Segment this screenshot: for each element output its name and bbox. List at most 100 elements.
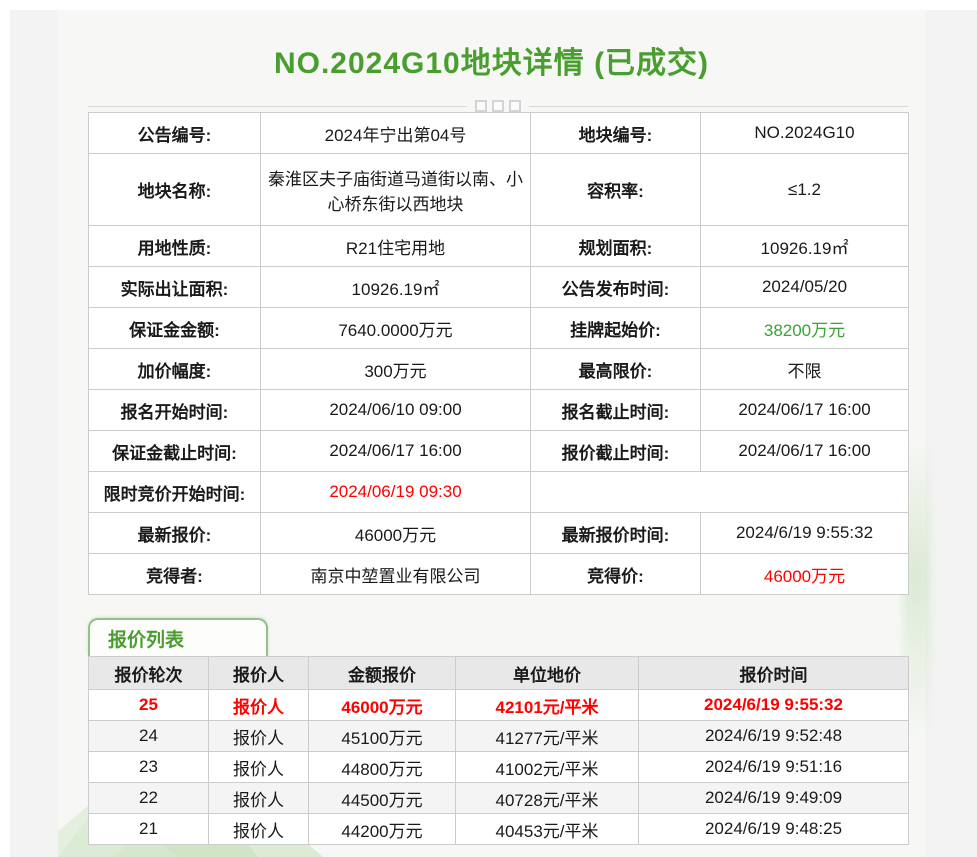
bid-time: 2024/6/19 9:55:32 bbox=[638, 689, 909, 721]
bid-bidder: 报价人 bbox=[208, 689, 309, 721]
bid-row-latest: 25 报价人 46000万元 42101元/平米 2024/6/19 9:55:… bbox=[88, 689, 909, 721]
detail-value: 300万元 bbox=[260, 348, 531, 390]
bid-amount: 45100万元 bbox=[308, 720, 456, 752]
detail-value: 2024/06/10 09:00 bbox=[260, 389, 531, 431]
bid-round: 23 bbox=[88, 751, 209, 783]
detail-label: 加价幅度: bbox=[88, 348, 261, 390]
detail-value: 7640.0000万元 bbox=[260, 307, 531, 349]
detail-label: 报名开始时间: bbox=[88, 389, 261, 431]
bid-col-header: 单位地价 bbox=[455, 656, 639, 690]
divider-squares bbox=[467, 100, 529, 112]
bid-amount: 44800万元 bbox=[308, 751, 456, 783]
detail-value: 2024/06/17 16:00 bbox=[700, 430, 909, 472]
detail-label: 挂牌起始价: bbox=[530, 307, 701, 349]
detail-value: 10926.19㎡ bbox=[700, 225, 909, 267]
detail-label: 报价截止时间: bbox=[530, 430, 701, 472]
bid-list-table: 报价轮次 报价人 金额报价 单位地价 报价时间 25 报价人 46000万元 4… bbox=[88, 656, 909, 845]
empty-cell bbox=[530, 471, 909, 513]
detail-label: 公告发布时间: bbox=[530, 266, 701, 308]
detail-value-auction-start: 2024/06/19 09:30 bbox=[260, 471, 531, 513]
detail-label: 地块名称: bbox=[88, 153, 261, 226]
square-icon bbox=[492, 100, 504, 112]
detail-label: 实际出让面积: bbox=[88, 266, 261, 308]
detail-label: 规划面积: bbox=[530, 225, 701, 267]
bid-amount: 44200万元 bbox=[308, 813, 456, 845]
bid-col-header: 报价时间 bbox=[638, 656, 909, 690]
detail-value: 不限 bbox=[700, 348, 909, 390]
detail-label: 最高限价: bbox=[530, 348, 701, 390]
detail-label: 报名截止时间: bbox=[530, 389, 701, 431]
bid-time: 2024/6/19 9:51:16 bbox=[638, 751, 909, 783]
tab-bid-list[interactable]: 报价列表 bbox=[88, 618, 268, 656]
detail-label: 竞得者: bbox=[88, 553, 261, 595]
bid-bidder: 报价人 bbox=[208, 720, 309, 752]
bid-unit-price: 41002元/平米 bbox=[455, 751, 639, 783]
table-row: 地块名称: 秦淮区夫子庙街道马道街以南、小心桥东街以西地块 容积率: ≤1.2 bbox=[88, 153, 909, 226]
bid-time: 2024/6/19 9:49:09 bbox=[638, 782, 909, 814]
bid-unit-price: 41277元/平米 bbox=[455, 720, 639, 752]
bid-row: 22 报价人 44500万元 40728元/平米 2024/6/19 9:49:… bbox=[88, 782, 909, 814]
bid-round: 25 bbox=[88, 689, 209, 721]
divider-line bbox=[88, 105, 467, 107]
bid-time: 2024/6/19 9:48:25 bbox=[638, 813, 909, 845]
bid-round: 21 bbox=[88, 813, 209, 845]
detail-label: 保证金截止时间: bbox=[88, 430, 261, 472]
detail-value: 10926.19㎡ bbox=[260, 266, 531, 308]
square-icon bbox=[475, 100, 487, 112]
detail-value-winning-price: 46000万元 bbox=[700, 553, 909, 595]
detail-label: 用地性质: bbox=[88, 225, 261, 267]
table-row: 保证金金额: 7640.0000万元 挂牌起始价: 38200万元 bbox=[88, 307, 909, 349]
detail-value: 2024/05/20 bbox=[700, 266, 909, 308]
detail-value: 2024/06/17 16:00 bbox=[260, 430, 531, 472]
bid-unit-price: 40728元/平米 bbox=[455, 782, 639, 814]
bid-row: 23 报价人 44800万元 41002元/平米 2024/6/19 9:51:… bbox=[88, 751, 909, 783]
table-row: 公告编号: 2024年宁出第04号 地块编号: NO.2024G10 bbox=[88, 112, 909, 154]
bid-round: 24 bbox=[88, 720, 209, 752]
bid-amount: 46000万元 bbox=[308, 689, 456, 721]
bid-row: 21 报价人 44200万元 40453元/平米 2024/6/19 9:48:… bbox=[88, 813, 909, 845]
detail-value: 2024年宁出第04号 bbox=[260, 112, 531, 154]
bid-col-header: 金额报价 bbox=[308, 656, 456, 690]
bid-time: 2024/6/19 9:52:48 bbox=[638, 720, 909, 752]
detail-label: 保证金金额: bbox=[88, 307, 261, 349]
detail-label: 容积率: bbox=[530, 153, 701, 226]
square-icon bbox=[509, 100, 521, 112]
bid-amount: 44500万元 bbox=[308, 782, 456, 814]
detail-label: 限时竞价开始时间: bbox=[88, 471, 261, 513]
table-row: 实际出让面积: 10926.19㎡ 公告发布时间: 2024/05/20 bbox=[88, 266, 909, 308]
content-panel: NO.2024G10地块详情 (已成交) 公告编号: 2024年宁出第04号 地… bbox=[58, 10, 929, 857]
detail-label: 竞得价: bbox=[530, 553, 701, 595]
bid-unit-price: 42101元/平米 bbox=[455, 689, 639, 721]
detail-value-start-price: 38200万元 bbox=[700, 307, 909, 349]
bid-bidder: 报价人 bbox=[208, 751, 309, 783]
detail-label: 最新报价: bbox=[88, 512, 261, 554]
table-row: 最新报价: 46000万元 最新报价时间: 2024/6/19 9:55:32 bbox=[88, 512, 909, 554]
bid-table-header-row: 报价轮次 报价人 金额报价 单位地价 报价时间 bbox=[88, 656, 909, 690]
bid-col-header: 报价人 bbox=[208, 656, 309, 690]
table-row: 加价幅度: 300万元 最高限价: 不限 bbox=[88, 348, 909, 390]
page-title: NO.2024G10地块详情 (已成交) bbox=[273, 47, 710, 80]
bid-bidder: 报价人 bbox=[208, 813, 309, 845]
table-row: 限时竞价开始时间: 2024/06/19 09:30 bbox=[88, 471, 909, 513]
detail-value: 秦淮区夫子庙街道马道街以南、小心桥东街以西地块 bbox=[260, 153, 531, 226]
bid-row: 24 报价人 45100万元 41277元/平米 2024/6/19 9:52:… bbox=[88, 720, 909, 752]
page: NO.2024G10地块详情 (已成交) 公告编号: 2024年宁出第04号 地… bbox=[0, 0, 977, 857]
table-row: 竞得者: 南京中堃置业有限公司 竞得价: 46000万元 bbox=[88, 553, 909, 595]
table-row: 保证金截止时间: 2024/06/17 16:00 报价截止时间: 2024/0… bbox=[88, 430, 909, 472]
bid-unit-price: 40453元/平米 bbox=[455, 813, 639, 845]
detail-label: 公告编号: bbox=[88, 112, 261, 154]
bid-col-header: 报价轮次 bbox=[88, 656, 209, 690]
detail-value: 2024/6/19 9:55:32 bbox=[700, 512, 909, 554]
bid-round: 22 bbox=[88, 782, 209, 814]
detail-value: 46000万元 bbox=[260, 512, 531, 554]
bid-bidder: 报价人 bbox=[208, 782, 309, 814]
detail-value: R21住宅用地 bbox=[260, 225, 531, 267]
table-row: 用地性质: R21住宅用地 规划面积: 10926.19㎡ bbox=[88, 225, 909, 267]
parcel-detail-table: 公告编号: 2024年宁出第04号 地块编号: NO.2024G10 地块名称:… bbox=[88, 112, 909, 595]
divider-line bbox=[529, 105, 908, 107]
detail-label: 最新报价时间: bbox=[530, 512, 701, 554]
detail-value: 2024/06/17 16:00 bbox=[700, 389, 909, 431]
detail-value-winner: 南京中堃置业有限公司 bbox=[260, 553, 531, 595]
detail-value: NO.2024G10 bbox=[700, 112, 909, 154]
detail-label: 地块编号: bbox=[530, 112, 701, 154]
